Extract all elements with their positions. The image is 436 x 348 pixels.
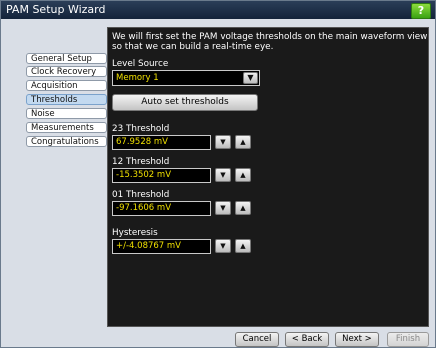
intro-text: We will first set the PAM voltage thresh… — [112, 32, 428, 52]
hysteresis-increase-button[interactable]: ▲ — [235, 239, 251, 253]
threshold-01-input[interactable]: -97.1606 mV — [112, 201, 211, 216]
threshold-12-label: 12 Threshold — [112, 157, 170, 167]
threshold-12-decrease-button[interactable]: ▼ — [215, 168, 231, 182]
finish-button[interactable]: Finish — [387, 332, 429, 347]
threshold-01-increase-button[interactable]: ▲ — [235, 201, 251, 215]
sidebar-item-measurements[interactable]: Measurements — [26, 122, 107, 133]
level-source-select[interactable]: Memory 1 ▼ — [112, 70, 260, 86]
threshold-01-decrease-button[interactable]: ▼ — [215, 201, 231, 215]
threshold-23-increase-button[interactable]: ▲ — [235, 135, 251, 149]
auto-set-thresholds-button[interactable]: Auto set thresholds — [112, 94, 258, 111]
sidebar-item-acquisition[interactable]: Acquisition — [26, 80, 107, 91]
help-button[interactable]: ? — [411, 3, 431, 19]
threshold-23-label: 23 Threshold — [112, 124, 170, 134]
window-title: PAM Setup Wizard — [6, 3, 106, 16]
threshold-01-label: 01 Threshold — [112, 190, 170, 200]
threshold-12-input[interactable]: -15.3502 mV — [112, 168, 211, 183]
sidebar-item-general-setup[interactable]: General Setup — [26, 53, 107, 64]
threshold-12-increase-button[interactable]: ▲ — [235, 168, 251, 182]
wizard-content-panel: We will first set the PAM voltage thresh… — [107, 27, 429, 327]
hysteresis-input[interactable]: +/-4.08767 mV — [112, 239, 211, 254]
sidebar-item-congratulations[interactable]: Congratulations — [26, 136, 107, 147]
sidebar-item-clock-recovery[interactable]: Clock Recovery — [26, 66, 107, 77]
threshold-23-decrease-button[interactable]: ▼ — [215, 135, 231, 149]
title-bar: PAM Setup Wizard ? — [1, 1, 435, 19]
back-button[interactable]: < Back — [285, 332, 329, 347]
level-source-value: Memory 1 — [116, 73, 159, 83]
step-navigation: General Setup Clock Recovery Acquisition… — [7, 31, 107, 327]
sidebar-item-noise[interactable]: Noise — [26, 108, 107, 119]
level-source-label: Level Source — [112, 59, 169, 69]
cancel-button[interactable]: Cancel — [235, 332, 279, 347]
sidebar-item-thresholds[interactable]: Thresholds — [26, 94, 107, 105]
wizard-window: PAM Setup Wizard ? General Setup Clock R… — [0, 0, 436, 348]
chevron-down-icon[interactable]: ▼ — [243, 72, 258, 84]
hysteresis-label: Hysteresis — [112, 228, 158, 238]
next-button[interactable]: Next > — [335, 332, 379, 347]
threshold-23-input[interactable]: 67.9528 mV — [112, 135, 211, 150]
hysteresis-decrease-button[interactable]: ▼ — [215, 239, 231, 253]
